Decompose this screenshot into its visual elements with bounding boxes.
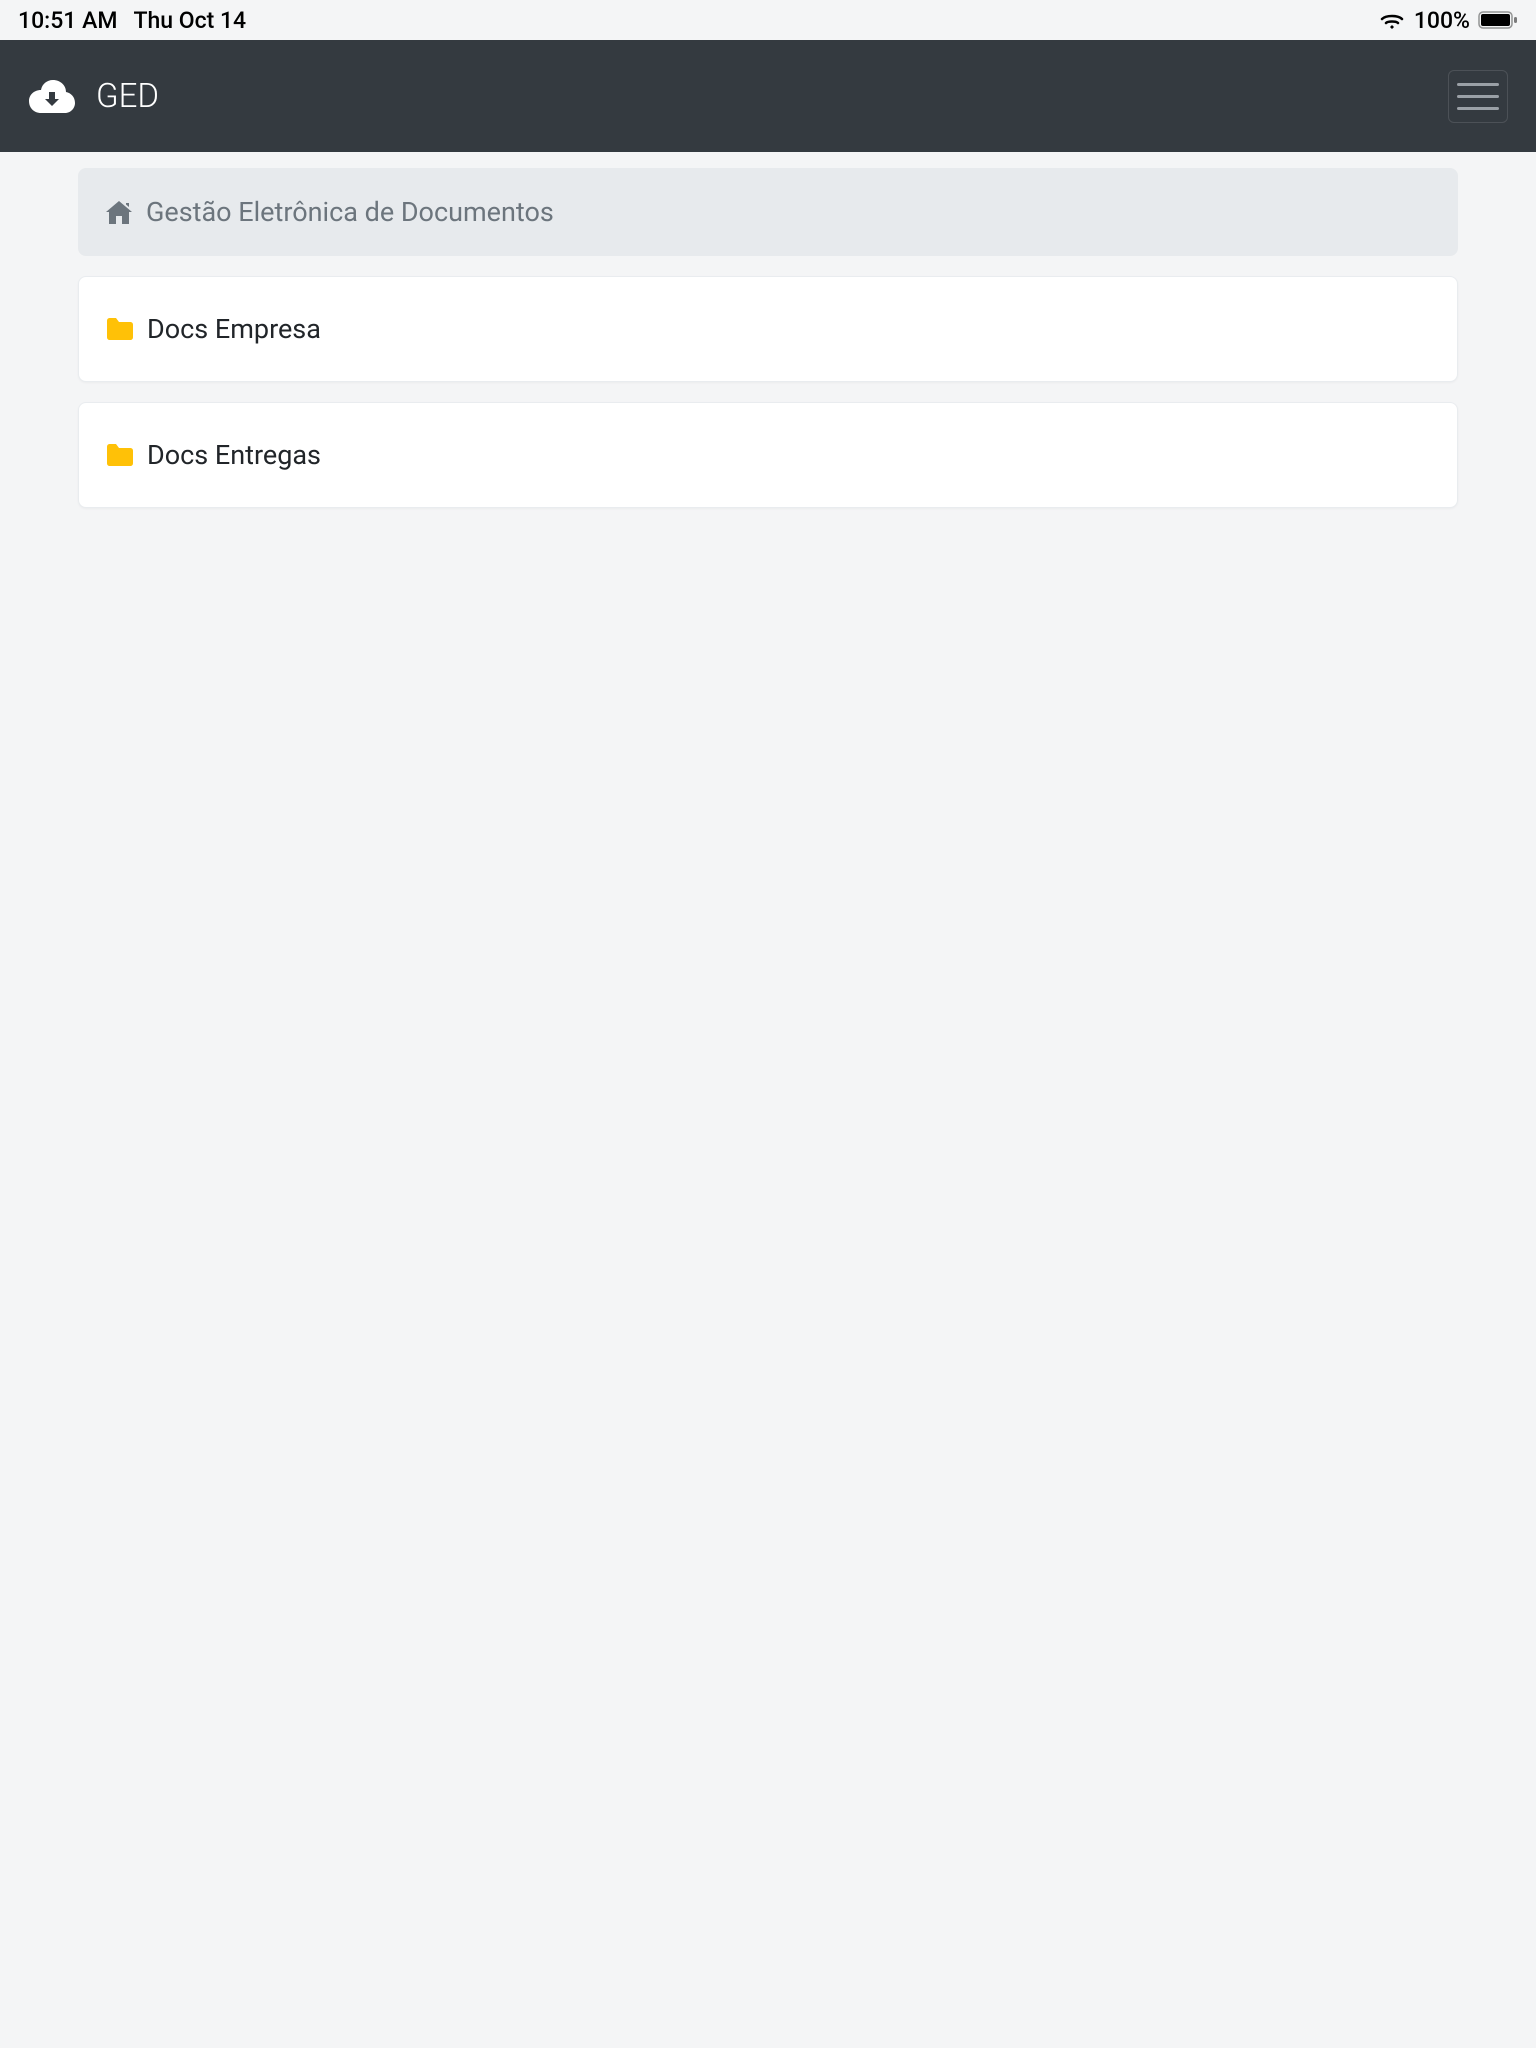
status-time: 10:51 AM: [18, 7, 117, 34]
status-bar: 10:51 AM Thu Oct 14 100%: [0, 0, 1536, 40]
status-right: 100%: [1378, 7, 1518, 34]
folder-icon: [105, 443, 133, 467]
status-battery: 100%: [1414, 7, 1470, 34]
folder-name: Docs Entregas: [147, 439, 321, 471]
cloud-download-icon: [28, 78, 76, 114]
hamburger-icon: [1457, 95, 1499, 98]
wifi-icon: [1378, 9, 1406, 31]
hamburger-icon: [1457, 107, 1499, 110]
navbar: GED: [0, 40, 1536, 152]
folder-icon: [105, 317, 133, 341]
breadcrumb[interactable]: Gestão Eletrônica de Documentos: [78, 168, 1458, 256]
hamburger-icon: [1457, 83, 1499, 86]
status-left: 10:51 AM Thu Oct 14: [18, 7, 246, 34]
home-icon: [104, 199, 134, 225]
battery-icon: [1478, 11, 1518, 29]
breadcrumb-title: Gestão Eletrônica de Documentos: [146, 196, 554, 228]
folder-item[interactable]: Docs Empresa: [78, 276, 1458, 382]
folder-item[interactable]: Docs Entregas: [78, 402, 1458, 508]
navbar-brand[interactable]: GED: [28, 77, 159, 116]
main-content: Gestão Eletrônica de Documentos Docs Emp…: [0, 152, 1536, 524]
status-date: Thu Oct 14: [133, 7, 246, 34]
menu-button[interactable]: [1448, 70, 1508, 123]
app-title: GED: [96, 77, 159, 116]
folder-name: Docs Empresa: [147, 313, 321, 345]
